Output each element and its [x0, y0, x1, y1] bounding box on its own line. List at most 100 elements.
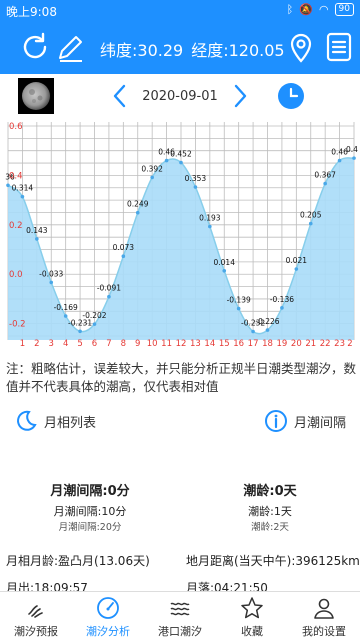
data-point [308, 221, 313, 226]
data-point [193, 185, 198, 189]
data-label: -0.226 [255, 317, 279, 326]
data-point [92, 322, 97, 326]
nav-tide-analysis[interactable]: 潮汐分析 [72, 592, 144, 640]
x-tick-label: 23 [334, 339, 345, 349]
data-label: 0.392 [141, 164, 163, 173]
x-tick-label: 22 [320, 339, 331, 349]
data-point [49, 280, 54, 285]
data-label: 0.367 [314, 171, 336, 180]
x-tick-label: 20 [291, 339, 302, 349]
list-menu-icon[interactable] [322, 30, 356, 64]
moon-phase-list-button[interactable]: 月相列表 [14, 406, 96, 436]
data-point [337, 158, 342, 163]
x-tick-label: 2 [34, 339, 39, 349]
data-label: -0.091 [97, 284, 121, 293]
nav-label-forecast: 潮汐预报 [14, 625, 58, 638]
lunar-interval-second: 月潮间隔:10分 [53, 505, 127, 518]
data-label: -0.136 [270, 295, 294, 304]
status-time: 晚上9:08 [6, 5, 57, 19]
x-tick-label: 1 [20, 339, 25, 349]
data-point [135, 210, 140, 215]
x-tick-label: 17 [248, 339, 259, 349]
coordinates-display: 纬度:30.29 经度:120.05 [100, 37, 285, 61]
info-icon [265, 410, 287, 432]
y-tick-label: 0.0 [9, 270, 23, 280]
data-point [222, 268, 227, 273]
tide-age-main: 潮龄:0天 [243, 484, 297, 499]
user-icon [314, 598, 334, 619]
edit-icon[interactable] [54, 30, 88, 64]
moon-phase-age: 月相月龄:盈凸月(13.06天) [6, 554, 150, 568]
tide-chart: 360.3140.143-0.033-0.169-0.231-0.202-0.0… [5, 122, 358, 349]
y-tick-label: 0.6 [9, 122, 23, 132]
phase-content-area [0, 440, 360, 480]
refresh-icon[interactable] [18, 30, 52, 64]
x-tick-label: 11 [161, 339, 172, 349]
x-tick-label: 2 [347, 339, 352, 349]
y-tick-label: 0.2 [9, 221, 23, 231]
disclaimer-note: 注：粗略估计，误差较大，并只能分析正规半日潮类型潮汐，数值并不代表具体的潮高，仅… [6, 361, 357, 394]
location-pin-icon[interactable] [284, 30, 318, 64]
nav-my-settings[interactable]: 我的设置 [288, 592, 360, 640]
latitude-text: 纬度:30.29 [100, 41, 184, 60]
data-label: 0.452 [170, 150, 192, 159]
x-tick-label: 18 [262, 339, 273, 349]
data-point [236, 306, 241, 311]
lunar-interval-main: 月潮间隔:0分 [50, 484, 130, 499]
x-tick-label: 3 [49, 339, 54, 349]
data-label: 0.205 [300, 211, 322, 220]
data-point [63, 314, 68, 318]
data-label: 0.073 [113, 243, 135, 252]
earth-moon-distance: 地月距离(当天中午):396125km [186, 554, 360, 568]
data-point [20, 194, 25, 199]
bottom-navigation: 潮汐预报 潮汐分析 港口潮汐 收藏 我的设置 [0, 591, 360, 640]
y-tick-label: 0.4 [9, 171, 23, 181]
data-label: -0.033 [39, 269, 63, 278]
x-tick-label: 7 [106, 339, 111, 349]
clock-icon[interactable] [277, 82, 305, 110]
lunar-tide-interval-label: 月潮间隔 [294, 415, 347, 431]
y-tick-label: -0.2 [9, 320, 26, 330]
data-label: -0.139 [227, 296, 251, 305]
data-point [294, 267, 299, 271]
data-label: -0.169 [54, 303, 78, 312]
tide-age-third: 潮龄:2天 [251, 522, 289, 533]
nav-harbor-tide[interactable]: 港口潮汐 [144, 592, 216, 640]
data-point [323, 181, 327, 186]
longitude-text: 经度:120.05 [191, 41, 285, 60]
status-icons: ᛒ 🔕 ◠ 90 [287, 3, 354, 16]
lunar-interval-block: 月潮间隔:0分 月潮间隔:10分 月潮间隔:20分 [0, 482, 180, 536]
data-point [179, 160, 183, 165]
data-point [251, 329, 255, 334]
data-label: 0.4 [346, 145, 358, 154]
harbor-waves-icon [170, 602, 190, 616]
x-tick-label: 19 [277, 339, 288, 349]
nav-label-settings: 我的设置 [302, 625, 346, 638]
crescent-moon-icon [17, 410, 37, 431]
x-tick-label: 15 [219, 339, 230, 349]
moon-phase-list-label: 月相列表 [44, 415, 97, 431]
tide-age-block: 潮龄:0天 潮龄:1天 潮龄:2天 [180, 482, 360, 536]
app-root: 晚上9:08 ᛒ 🔕 ◠ 90 纬度:30.29 经度:120.05 2020-… [0, 0, 360, 640]
x-tick-label: 6 [92, 339, 97, 349]
moon-phase-image [18, 78, 54, 114]
app-header: 纬度:30.29 经度:120.05 [0, 22, 360, 74]
waves-icon [28, 605, 43, 618]
nav-label-harbor: 港口潮汐 [158, 625, 202, 638]
x-tick-label: 5 [77, 339, 82, 349]
next-day-button[interactable] [228, 82, 252, 110]
nav-tide-forecast[interactable]: 潮汐预报 [0, 592, 72, 640]
battery-icon: 90 [334, 3, 354, 16]
data-point [35, 237, 39, 241]
previous-day-button[interactable] [108, 82, 132, 110]
x-tick-label: 21 [305, 339, 316, 349]
lunar-tide-interval-button[interactable]: 月潮间隔 [264, 406, 346, 436]
bluetooth-icon: ᛒ [286, 3, 294, 16]
nav-favorites[interactable]: 收藏 [216, 592, 288, 640]
data-point [208, 224, 212, 229]
x-tick-label: 12 [176, 339, 187, 349]
battery-level: 90 [338, 4, 350, 14]
nav-label-analysis: 潮汐分析 [86, 625, 130, 638]
tide-age-second: 潮龄:1天 [248, 505, 292, 518]
x-tick-label: 4 [63, 339, 68, 349]
